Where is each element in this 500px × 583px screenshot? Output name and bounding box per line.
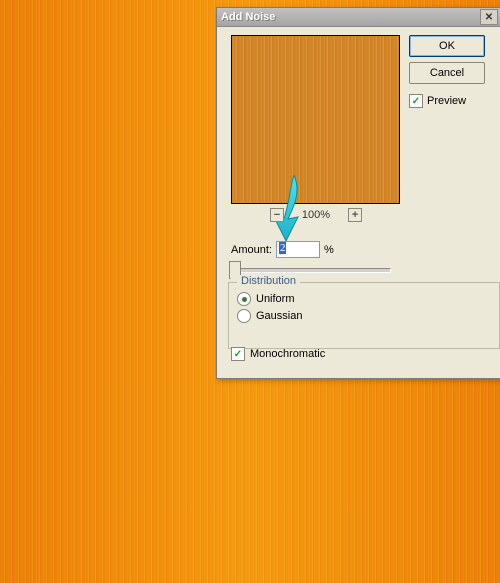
preview-label: Preview (427, 95, 466, 107)
radio-uniform-label: Uniform (256, 293, 295, 305)
radio-uniform[interactable] (237, 292, 251, 306)
close-button[interactable]: ✕ (480, 9, 498, 25)
distribution-fieldset: Distribution Uniform Gaussian (228, 282, 500, 349)
amount-value: 2 (279, 242, 287, 254)
right-column: OK Cancel ✓ Preview (409, 35, 489, 108)
amount-input[interactable]: 2 (276, 241, 320, 258)
zoom-in-button[interactable]: + (348, 208, 362, 222)
radio-gaussian[interactable] (237, 309, 251, 323)
monochromatic-label: Monochromatic (250, 348, 325, 360)
monochromatic-checkbox[interactable]: ✓ (231, 347, 245, 361)
radio-gaussian-label: Gaussian (256, 310, 302, 322)
ok-label: OK (439, 40, 455, 52)
add-noise-dialog: Add Noise ✕ − 100% + (216, 7, 500, 379)
amount-suffix: % (324, 244, 334, 256)
wood-background: Add Noise ✕ − 100% + (0, 0, 500, 583)
zoom-controls: − 100% + (231, 207, 401, 223)
amount-label: Amount: (231, 244, 272, 256)
distribution-legend: Distribution (237, 275, 300, 287)
cancel-button[interactable]: Cancel (409, 62, 485, 84)
titlebar[interactable]: Add Noise ✕ (217, 8, 500, 27)
dialog-title: Add Noise (221, 11, 275, 23)
radio-uniform-row: Uniform (237, 292, 491, 306)
preview-image[interactable] (231, 35, 400, 204)
zoom-percent: 100% (302, 209, 330, 221)
monochromatic-row: ✓ Monochromatic (231, 347, 325, 361)
zoom-out-button[interactable]: − (270, 208, 284, 222)
preview-checkbox[interactable]: ✓ (409, 94, 423, 108)
radio-gaussian-row: Gaussian (237, 309, 491, 323)
amount-row: Amount: 2 % (231, 241, 334, 258)
dialog-content: − 100% + OK Cancel ✓ Preview Amount: (217, 27, 500, 43)
slider-track (229, 268, 391, 273)
ok-button[interactable]: OK (409, 35, 485, 57)
preview-checkbox-row: ✓ Preview (409, 94, 489, 108)
cancel-label: Cancel (430, 67, 464, 79)
